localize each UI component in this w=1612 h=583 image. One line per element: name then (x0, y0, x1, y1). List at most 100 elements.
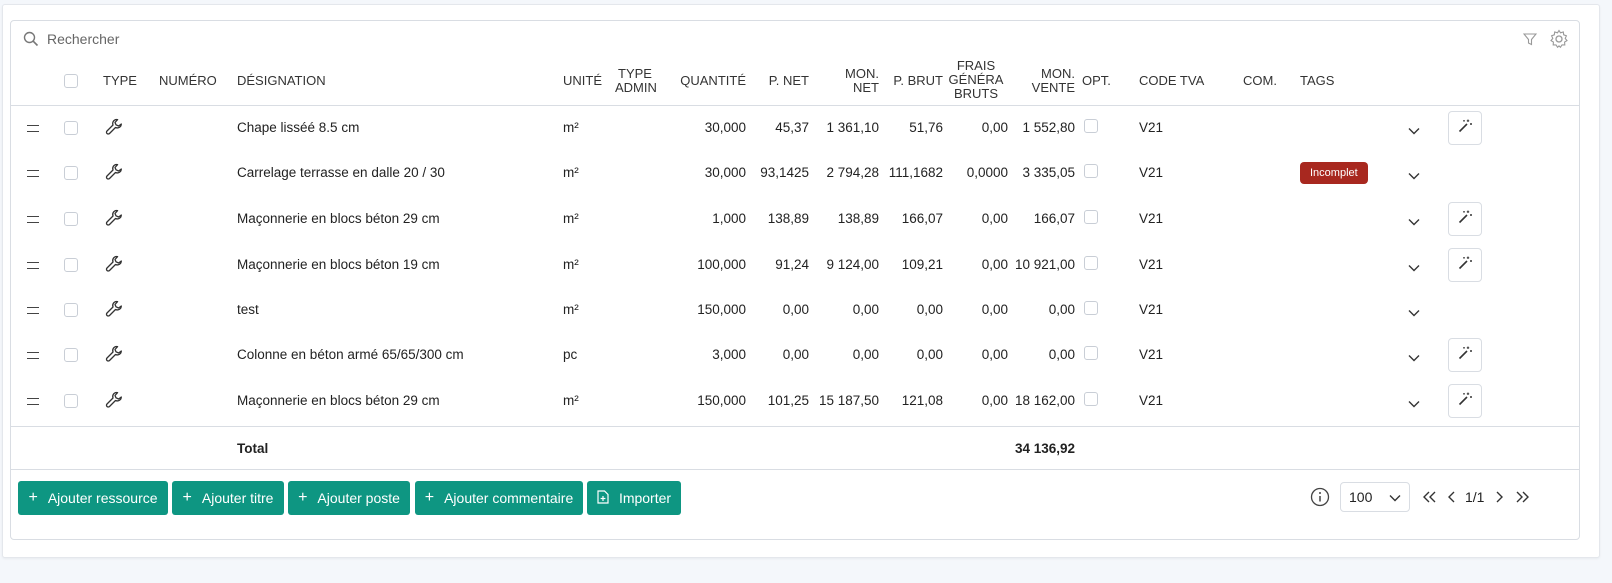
row-option-checkbox[interactable] (1084, 392, 1098, 406)
col-mon-vente[interactable]: MON. VENTE (1009, 67, 1075, 95)
add-title-button[interactable]: + Ajouter titre (172, 481, 284, 515)
expand-chevron-icon[interactable] (1408, 259, 1420, 277)
row-frais: 0,00 (981, 120, 1008, 135)
settings-gear-icon[interactable] (1549, 29, 1569, 54)
row-quantite: 30,000 (704, 120, 746, 135)
add-comment-button[interactable]: + Ajouter commentaire (415, 481, 583, 515)
first-page-icon[interactable] (1422, 490, 1438, 509)
col-quantite[interactable]: QUANTITÉ (661, 74, 746, 88)
page-size-select[interactable]: 100 (1340, 482, 1410, 512)
row-checkbox[interactable] (64, 121, 78, 135)
footer-divider (11, 469, 1579, 470)
row-code-tva: V21 (1139, 165, 1164, 180)
magic-wand-icon (1457, 345, 1473, 366)
drag-handle-icon[interactable] (27, 352, 39, 359)
search-icon (23, 31, 39, 47)
row-designation: test (237, 302, 259, 317)
status-badge: Incomplet (1300, 162, 1368, 184)
select-all-checkbox[interactable] (64, 74, 78, 88)
drag-handle-icon[interactable] (27, 216, 39, 223)
next-page-icon[interactable] (1494, 490, 1504, 509)
expand-chevron-icon[interactable] (1408, 167, 1420, 185)
drag-handle-icon[interactable] (27, 307, 39, 314)
magic-wand-button[interactable] (1448, 384, 1482, 418)
prev-page-icon[interactable] (1447, 490, 1457, 509)
import-button[interactable]: Importer (587, 481, 681, 515)
header-divider (11, 105, 1579, 106)
info-icon[interactable] (1310, 487, 1330, 512)
row-option-checkbox[interactable] (1084, 256, 1098, 270)
last-page-icon[interactable] (1514, 490, 1530, 509)
row-frais: 0,0000 (966, 165, 1008, 180)
expand-chevron-icon[interactable] (1408, 395, 1420, 413)
wrench-icon (105, 391, 123, 414)
col-tags[interactable]: TAGS (1300, 74, 1334, 88)
col-unite[interactable]: UNITÉ (563, 74, 602, 88)
drag-handle-icon[interactable] (27, 170, 39, 177)
row-frais: 0,00 (981, 347, 1008, 362)
magic-wand-button[interactable] (1448, 111, 1482, 145)
row-designation: Colonne en béton armé 65/65/300 cm (237, 347, 464, 362)
magic-wand-button[interactable] (1448, 338, 1482, 372)
row-p-net: 91,24 (775, 257, 809, 272)
row-code-tva: V21 (1139, 347, 1164, 362)
row-mon-vente: 0,00 (1048, 302, 1075, 317)
drag-handle-icon[interactable] (27, 398, 39, 405)
row-quantite: 150,000 (697, 302, 746, 317)
row-mon-vente: 18 162,00 (1014, 393, 1075, 408)
row-option-checkbox[interactable] (1084, 346, 1098, 360)
add-post-button[interactable]: + Ajouter poste (288, 481, 410, 515)
row-checkbox[interactable] (64, 258, 78, 272)
wrench-icon (105, 163, 123, 186)
col-type-admin[interactable]: TYPE ADMIN (615, 67, 657, 95)
col-designation[interactable]: DÉSIGNATION (237, 74, 326, 88)
row-frais: 0,00 (981, 302, 1008, 317)
add-resource-button[interactable]: + Ajouter ressource (18, 481, 168, 515)
row-option-checkbox[interactable] (1084, 210, 1098, 224)
col-p-brut[interactable]: P. BRUT (881, 74, 943, 88)
row-checkbox[interactable] (64, 303, 78, 317)
col-mon-net[interactable]: MON. NET (811, 67, 879, 95)
col-type[interactable]: TYPE (103, 74, 137, 88)
wrench-icon (105, 300, 123, 323)
row-code-tva: V21 (1139, 393, 1164, 408)
col-p-net[interactable]: P. NET (751, 74, 809, 88)
row-p-net: 45,37 (775, 120, 809, 135)
col-numero[interactable]: NUMÉRO (159, 74, 217, 88)
expand-chevron-icon[interactable] (1408, 122, 1420, 140)
row-checkbox[interactable] (64, 212, 78, 226)
col-code-tva[interactable]: CODE TVA (1139, 74, 1204, 88)
row-quantite: 100,000 (697, 257, 746, 272)
row-designation: Maçonnerie en blocs béton 19 cm (237, 257, 440, 272)
magic-wand-button[interactable] (1448, 248, 1482, 282)
magic-wand-icon (1457, 391, 1473, 412)
row-p-net: 101,25 (767, 393, 809, 408)
expand-chevron-icon[interactable] (1408, 213, 1420, 231)
drag-handle-icon[interactable] (27, 125, 39, 132)
row-unite: m² (563, 393, 579, 408)
magic-wand-button[interactable] (1448, 202, 1482, 236)
plus-icon: + (182, 489, 192, 506)
col-frais-generaux[interactable]: FRAIS GÉNÉRA BRUTS (944, 59, 1008, 101)
row-unite: m² (563, 211, 579, 226)
row-checkbox[interactable] (64, 394, 78, 408)
chevron-down-icon (1389, 489, 1401, 505)
row-p-brut: 51,76 (909, 120, 943, 135)
filter-icon[interactable] (1522, 32, 1538, 51)
row-option-checkbox[interactable] (1084, 164, 1098, 178)
expand-chevron-icon[interactable] (1408, 304, 1420, 322)
row-option-checkbox[interactable] (1084, 119, 1098, 133)
row-code-tva: V21 (1139, 302, 1164, 317)
drag-handle-icon[interactable] (27, 262, 39, 269)
row-mon-vente: 0,00 (1048, 347, 1075, 362)
row-checkbox[interactable] (64, 166, 78, 180)
row-checkbox[interactable] (64, 348, 78, 362)
col-com[interactable]: COM. (1243, 74, 1277, 88)
search-input[interactable]: Rechercher (47, 31, 119, 47)
col-opt[interactable]: OPT. (1082, 74, 1111, 88)
row-option-checkbox[interactable] (1084, 301, 1098, 315)
expand-chevron-icon[interactable] (1408, 349, 1420, 367)
search-bar[interactable]: Rechercher (23, 29, 119, 49)
magic-wand-icon (1457, 255, 1473, 276)
table-panel: Rechercher TYPE NUMÉRO DÉSIGNATION UNITÉ… (10, 20, 1580, 540)
